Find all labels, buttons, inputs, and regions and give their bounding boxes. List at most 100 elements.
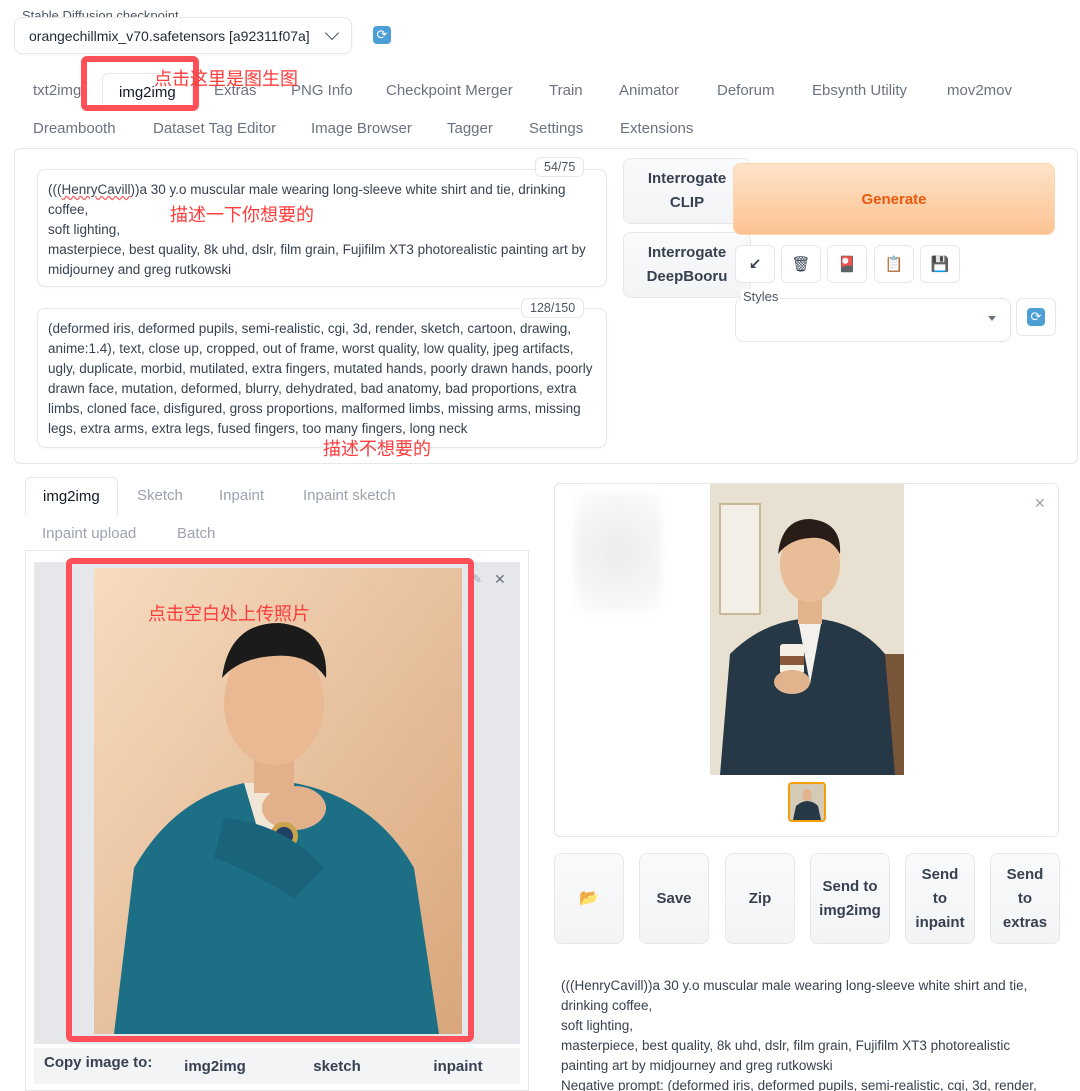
save-style-button[interactable]: 💾 (920, 245, 960, 283)
refresh-checkpoint-button[interactable]: ⟳ (366, 20, 398, 50)
save-label: Save (656, 889, 692, 907)
clear-prompt-button[interactable]: 🗑 (781, 245, 821, 283)
subtab-img2img[interactable]: img2img (25, 477, 118, 515)
tab-deforum[interactable]: Deforum (717, 82, 775, 99)
prompt-text-prefix: ((( (48, 182, 62, 197)
copy-to-inpaint-button[interactable]: inpaint (398, 1048, 518, 1084)
negative-prompt-line: (deformed iris, deformed pupils, semi-re… (48, 321, 571, 336)
send-to-inpaint-button[interactable]: Send to inpaint (905, 853, 975, 944)
close-gallery-icon[interactable]: ✕ (1034, 495, 1046, 512)
generation-info-line: Negative prompt: (deformed iris, deforme… (561, 1078, 1037, 1091)
prompt-text-line4: masterpiece, best quality, 8k uhd, dslr,… (48, 242, 586, 257)
refresh-styles-button[interactable]: ⟳ (1016, 298, 1056, 336)
trash-icon: 🗑 (791, 256, 811, 273)
read-generation-params-button[interactable]: ↙ (735, 245, 775, 283)
zip-button[interactable]: Zip (725, 853, 795, 944)
upload-annotation: 点击空白处上传照片 (148, 604, 310, 624)
output-portrait-illustration (710, 484, 904, 775)
generation-info-line: masterpiece, best quality, 8k uhd, dslr,… (561, 1038, 1011, 1053)
tab-tagger[interactable]: Tagger (447, 120, 493, 137)
negative-token-counter: 128/150 (521, 298, 585, 318)
gallery-thumbnail[interactable] (788, 782, 826, 822)
tab-ebsynth-utility[interactable]: Ebsynth Utility (812, 82, 907, 99)
send-to-extras-line2: to (1017, 889, 1033, 907)
interrogate-clip-label-1: Interrogate (647, 170, 727, 187)
negative-prompt-line: ugly, duplicate, morbid, mutilated, extr… (48, 361, 593, 376)
send-to-img2img-button[interactable]: Send to img2img (810, 853, 890, 944)
interrogate-deepbooru-button[interactable]: Interrogate DeepBooru (623, 232, 751, 298)
subtab-sketch[interactable]: Sketch (137, 487, 183, 504)
edit-icon[interactable]: ✎ (472, 572, 488, 588)
prompt-token-counter: 54/75 (535, 157, 585, 177)
interrogate-clip-button[interactable]: Interrogate CLIP (623, 158, 751, 224)
generation-info-line: (((HenryCavill))a 30 y.o muscular male w… (561, 978, 1028, 993)
arrow-down-left-icon: ↙ (748, 256, 762, 273)
tab-checkpoint-merger[interactable]: Checkpoint Merger (386, 82, 513, 99)
tab-train[interactable]: Train (549, 82, 583, 99)
send-to-extras-line1: Send (1006, 865, 1044, 883)
save-button[interactable]: Save (639, 853, 709, 944)
open-folder-button[interactable]: 📂 (554, 853, 624, 944)
tab-txt2img[interactable]: txt2img (33, 82, 81, 99)
styles-label: Styles (741, 289, 781, 304)
floppy-disk-icon: 💾 (930, 256, 950, 273)
send-to-extras-button[interactable]: Send to extras (990, 853, 1060, 944)
close-icon[interactable]: ✕ (494, 571, 510, 587)
interrogate-deepbooru-label-1: Interrogate (647, 244, 727, 261)
prompt-text-name: HenryCavill (61, 182, 131, 197)
prompt-text-line2: coffee, (48, 202, 89, 217)
output-image[interactable] (710, 484, 904, 775)
upload-area-highlight (66, 558, 474, 1042)
tab-dreambooth[interactable]: Dreambooth (33, 120, 116, 137)
send-to-inpaint-line3: inpaint (915, 913, 965, 931)
refresh-icon: ⟳ (373, 26, 391, 44)
generation-info-line: drinking coffee, (561, 998, 653, 1013)
generation-info-line: painting art by midjourney and greg rutk… (561, 1058, 833, 1073)
styles-select[interactable] (735, 298, 1011, 342)
prompt-textbox[interactable]: (((HenryCavill))a 30 y.o muscular male w… (37, 169, 607, 287)
zip-label: Zip (748, 889, 772, 907)
tab-png-info[interactable]: PNG Info (291, 82, 353, 99)
tab-image-browser[interactable]: Image Browser (311, 120, 412, 137)
thumbnail-illustration (790, 784, 824, 820)
prompt-text-line1: ))a 30 y.o muscular male wearing long-sl… (130, 182, 566, 197)
interrogate-deepbooru-label-2: DeepBooru (646, 268, 728, 285)
card-icon: 🎴 (837, 256, 857, 273)
send-to-img2img-line1: Send to (822, 877, 878, 895)
tab-mov2mov[interactable]: mov2mov (947, 82, 1012, 99)
negative-prompt-line: anime:1.4), text, close up, cropped, out… (48, 341, 574, 356)
blurred-preview (574, 490, 662, 614)
send-to-inpaint-line2: to (932, 889, 948, 907)
refresh-icon: ⟳ (1027, 308, 1045, 326)
negative-prompt-line: drawn face, mutation, deformed, blurry, … (48, 381, 577, 396)
interrogate-clip-label-2: CLIP (669, 194, 705, 211)
copy-to-sketch-button[interactable]: sketch (277, 1048, 397, 1084)
generation-info-line: soft lighting, (561, 1018, 634, 1033)
extra-networks-button[interactable]: 🎴 (827, 245, 867, 283)
negative-prompt-line: legs, extra arms, extra legs, fused fing… (48, 421, 468, 436)
prompt-text-line3: soft lighting, (48, 222, 121, 237)
apply-style-button[interactable]: 📋 (874, 245, 914, 283)
checkpoint-select[interactable]: orangechillmix_v70.safetensors [a92311f0… (14, 17, 352, 54)
negative-prompt-annotation: 描述不想要的 (323, 439, 431, 459)
copy-image-label: Copy image to: (44, 1054, 153, 1071)
subtab-inpaint-sketch[interactable]: Inpaint sketch (303, 487, 396, 504)
subtab-batch[interactable]: Batch (177, 525, 215, 542)
folder-icon: 📂 (579, 889, 599, 907)
subtab-inpaint[interactable]: Inpaint (219, 487, 264, 504)
tab-animator[interactable]: Animator (619, 82, 679, 99)
tab-dataset-tag-editor[interactable]: Dataset Tag Editor (153, 120, 276, 137)
send-to-img2img-line2: img2img (819, 901, 881, 919)
send-to-inpaint-line1: Send (921, 865, 959, 883)
copy-to-img2img-button[interactable]: img2img (155, 1048, 275, 1084)
send-to-extras-line3: extras (1002, 913, 1048, 931)
generation-info: (((HenryCavill))a 30 y.o muscular male w… (561, 976, 1041, 1091)
generate-button[interactable]: Generate (733, 163, 1055, 235)
negative-prompt-textbox[interactable]: (deformed iris, deformed pupils, semi-re… (37, 308, 607, 448)
tab-settings[interactable]: Settings (529, 120, 583, 137)
subtab-inpaint-upload[interactable]: Inpaint upload (42, 525, 136, 542)
img2img-annotation: 点击这里是图生图 (154, 69, 298, 89)
tab-extensions[interactable]: Extensions (620, 120, 693, 137)
clipboard-icon: 📋 (884, 256, 904, 273)
caret-down-icon (988, 316, 996, 321)
